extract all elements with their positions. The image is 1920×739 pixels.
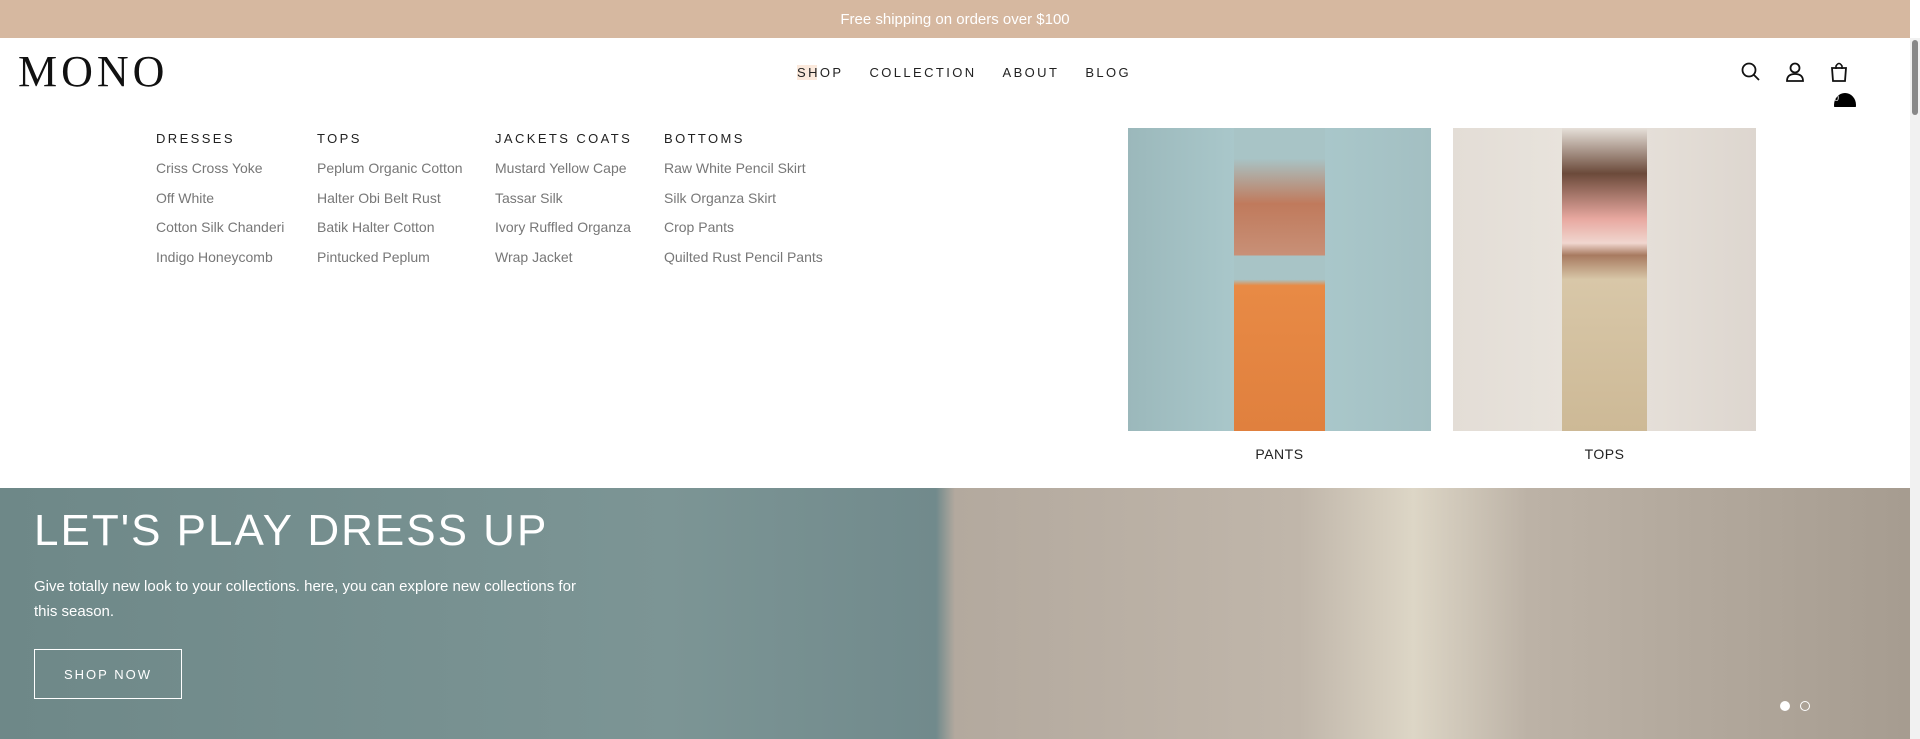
menu-link[interactable]: Silk Organza Skirt [664,190,823,220]
column-heading[interactable]: BOTTOMS [664,131,823,146]
pants-image[interactable] [1128,128,1431,431]
menu-link[interactable]: Criss Cross Yoke [156,160,284,190]
announcement-bar: Free shipping on orders over $100 [0,0,1910,38]
column-heading[interactable]: DRESSES [156,131,284,146]
slide-dot-2[interactable] [1800,701,1810,711]
nav-blog[interactable]: BLOG [1085,65,1131,80]
menu-column-bottoms: BOTTOMS Raw White Pencil Skirt Silk Orga… [664,131,823,278]
card-label[interactable]: PANTS [1128,446,1431,462]
menu-link[interactable]: Pintucked Peplum [317,249,463,279]
nav-collection[interactable]: COLLECTION [869,65,976,80]
nav-about[interactable]: ABOUT [1003,65,1060,80]
page-scrollbar[interactable] [1910,38,1920,739]
nav-shop[interactable]: SHOP [797,65,844,80]
announcement-text: Free shipping on orders over $100 [840,10,1070,28]
scrollbar-thumb[interactable] [1912,40,1918,115]
category-card-tops[interactable]: TOPS [1453,128,1756,462]
menu-column-dresses: DRESSES Criss Cross Yoke Off White Cotto… [156,131,284,278]
menu-link[interactable]: Batik Halter Cotton [317,219,463,249]
tops-image[interactable] [1453,128,1756,431]
hero-title: LET'S PLAY DRESS UP [34,506,549,555]
menu-link[interactable]: Quilted Rust Pencil Pants [664,249,823,279]
menu-link[interactable]: Off White [156,190,284,220]
menu-link[interactable]: Wrap Jacket [495,249,632,279]
menu-link[interactable]: Crop Pants [664,219,823,249]
menu-link[interactable]: Halter Obi Belt Rust [317,190,463,220]
main-nav: SHOP COLLECTION ABOUT BLOG [797,65,1131,80]
column-heading[interactable]: TOPS [317,131,463,146]
site-header: MONO SHOP COLLECTION ABOUT BLOG 0 [0,38,1910,117]
logo[interactable]: MONO [18,50,168,94]
menu-link[interactable]: Raw White Pencil Skirt [664,160,823,190]
column-heading[interactable]: JACKETS COATS [495,131,632,146]
menu-link[interactable]: Tassar Silk [495,190,632,220]
menu-link[interactable]: Peplum Organic Cotton [317,160,463,190]
hero-description: Give totally new look to your collection… [34,578,576,620]
menu-column-jackets-coats: JACKETS COATS Mustard Yellow Cape Tassar… [495,131,632,278]
shop-mega-menu: DRESSES Criss Cross Yoke Off White Cotto… [0,107,1910,488]
menu-column-tops: TOPS Peplum Organic Cotton Halter Obi Be… [317,131,463,278]
user-icon[interactable] [1784,60,1806,84]
bag-icon[interactable]: 0 [1828,60,1856,117]
menu-link[interactable]: Ivory Ruffled Organza [495,219,632,249]
menu-link[interactable]: Cotton Silk Chanderi [156,219,284,249]
menu-link[interactable]: Indigo Honeycomb [156,249,284,279]
slide-dot-1[interactable] [1780,701,1790,711]
search-icon[interactable] [1740,60,1762,84]
shop-now-button[interactable]: SHOP NOW [34,649,182,699]
slider-dots [1780,701,1810,711]
menu-link[interactable]: Mustard Yellow Cape [495,160,632,190]
card-label[interactable]: TOPS [1453,446,1756,462]
hero-slider: LET'S PLAY DRESS UP Give totally new loo… [0,488,1910,739]
category-card-pants[interactable]: PANTS [1128,128,1431,462]
